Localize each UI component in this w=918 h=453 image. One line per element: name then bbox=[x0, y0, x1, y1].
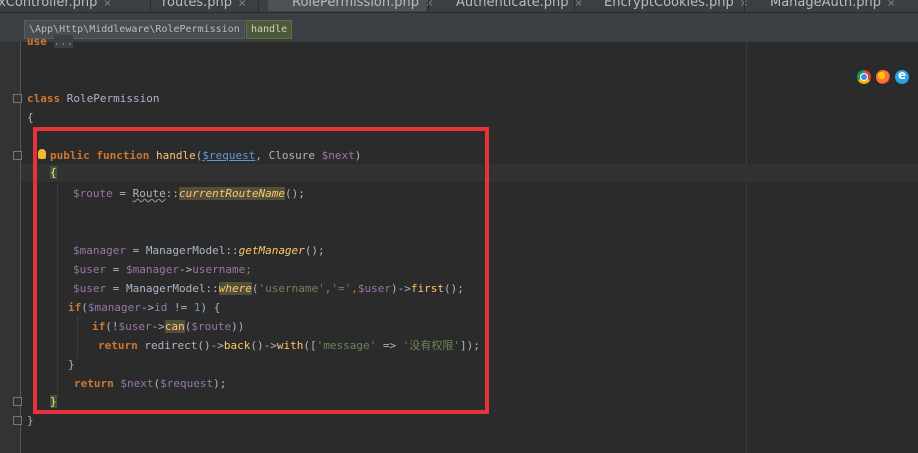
breadcrumb-method[interactable]: handle bbox=[246, 20, 293, 39]
tab-label: RolePermission.php bbox=[292, 0, 420, 10]
tab-close-icon[interactable]: × bbox=[425, 0, 433, 9]
code-line-class-close[interactable]: } bbox=[27, 413, 34, 429]
tab-separator bbox=[574, 0, 575, 12]
keyword: use bbox=[27, 35, 47, 48]
gutter-divider bbox=[20, 42, 21, 453]
tab-routes[interactable]: routes.php × bbox=[162, 0, 256, 11]
code-line-use[interactable]: use ... bbox=[27, 34, 74, 50]
tab-separator bbox=[150, 0, 151, 12]
ie-icon[interactable] bbox=[895, 68, 909, 84]
editor-tab-bar: IndexController.php × routes.php × RolePer… bbox=[0, 0, 918, 13]
class-name: RolePermission bbox=[66, 92, 160, 105]
editor-gutter bbox=[0, 42, 20, 453]
tab-label: ManageAuth.php bbox=[770, 0, 881, 10]
keyword: class bbox=[27, 92, 61, 105]
tab-separator bbox=[428, 0, 429, 12]
tab-close-icon[interactable]: × bbox=[238, 0, 246, 9]
tab-rolepermission[interactable]: RolePermission.php × bbox=[268, 0, 433, 11]
folded-region[interactable]: ... bbox=[53, 35, 74, 48]
tab-separator bbox=[258, 0, 259, 12]
brace: } bbox=[27, 414, 34, 427]
fold-method-end-icon[interactable] bbox=[13, 397, 22, 406]
breadcrumb: \App\Http\Middleware\RolePermission hand… bbox=[0, 13, 918, 42]
right-margin-guide bbox=[746, 42, 747, 453]
tab-indexcontroller[interactable]: IndexController.php × bbox=[0, 0, 146, 11]
fold-class-end-icon[interactable] bbox=[13, 416, 22, 425]
code-line-class-open[interactable]: { bbox=[27, 110, 34, 126]
brace: { bbox=[27, 111, 34, 124]
tab-label: routes.php bbox=[162, 0, 232, 10]
tab-manageauth[interactable]: ManageAuth.php × bbox=[750, 0, 918, 11]
fold-method-icon[interactable] bbox=[13, 151, 22, 160]
annotation-highlight-box bbox=[33, 127, 489, 414]
tab-authenticate[interactable]: Authenticate.php × bbox=[436, 0, 583, 11]
tab-close-icon[interactable]: × bbox=[103, 0, 111, 9]
tab-encryptcookies[interactable]: EncryptCookies.php× bbox=[582, 0, 748, 11]
tab-label: Authenticate.php bbox=[456, 0, 569, 10]
chrome-icon[interactable] bbox=[857, 70, 871, 84]
tab-label: EncryptCookies.php bbox=[604, 0, 734, 10]
fold-class-icon[interactable] bbox=[13, 94, 22, 103]
tab-label: IndexController.php bbox=[0, 0, 98, 10]
tab-close-icon[interactable]: × bbox=[887, 0, 895, 9]
firefox-icon[interactable] bbox=[876, 70, 890, 84]
code-line-class[interactable]: class RolePermission bbox=[27, 91, 159, 107]
tab-separator bbox=[744, 0, 745, 12]
